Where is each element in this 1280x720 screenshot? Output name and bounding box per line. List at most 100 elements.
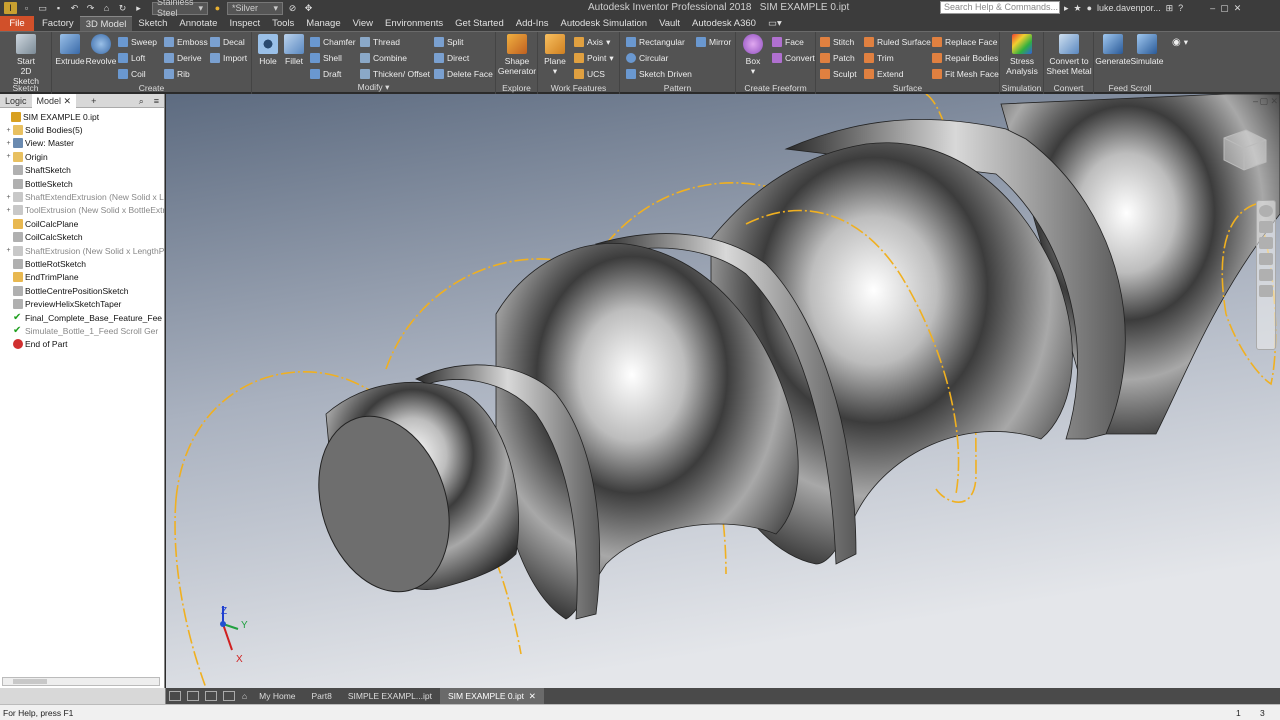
convert-to-sheet-metal-button[interactable]: Convert to Sheet Metal (1046, 34, 1092, 76)
steering-wheel-icon[interactable] (1259, 205, 1273, 217)
derive-button[interactable]: Derive (164, 52, 202, 64)
zoom-icon[interactable] (1259, 237, 1273, 249)
user-icon[interactable]: ● (1087, 3, 1092, 13)
browser-node[interactable]: ✔ Final_Complete_Base_Feature_Fee (0, 311, 164, 324)
tab-add-ins[interactable]: Add-Ins (510, 16, 555, 31)
expand-icon[interactable]: + (4, 194, 13, 201)
doctab-my-home[interactable]: My Home (251, 688, 303, 704)
menu-icon[interactable]: ≡ (149, 94, 164, 108)
thread-button[interactable]: Thread (360, 36, 400, 48)
browser-node[interactable]: CoilCalcSketch (0, 231, 164, 244)
browser-node[interactable]: BottleSketch (0, 177, 164, 190)
browser-node[interactable]: ShaftSketch (0, 164, 164, 177)
search-icon[interactable]: ⌕ (134, 94, 149, 108)
circular-pattern-button[interactable]: Circular (626, 52, 668, 64)
browser-node[interactable]: + Origin (0, 150, 164, 163)
tab-sketch[interactable]: Sketch (132, 16, 173, 31)
minimize-icon[interactable]: – (1210, 3, 1215, 13)
expand-icon[interactable]: + (4, 153, 13, 160)
browser-node[interactable]: CoilCalcPlane (0, 217, 164, 230)
tab-tools[interactable]: Tools (266, 16, 300, 31)
rib-button[interactable]: Rib (164, 68, 190, 80)
tab-view[interactable]: View (347, 16, 379, 31)
browser-node[interactable]: End of Part (0, 338, 164, 351)
fit-mesh-face-button[interactable]: Fit Mesh Face (932, 68, 999, 80)
pan-icon[interactable] (1259, 221, 1273, 233)
tab-logic[interactable]: Logic (0, 94, 32, 108)
search-input[interactable]: Search Help & Commands... (940, 1, 1060, 14)
tab-autodesk-simulation[interactable]: Autodesk Simulation (554, 16, 653, 31)
document-menu-icon[interactable]: ⌂ (242, 691, 247, 701)
adjust-icon[interactable]: ✥ (302, 2, 315, 14)
direct-button[interactable]: Direct (434, 52, 469, 64)
browser-node[interactable]: SIM EXAMPLE 0.ipt (0, 110, 164, 123)
viewport-restore-icon[interactable]: ▢ (1259, 96, 1268, 107)
doctab-part8[interactable]: Part8 (304, 688, 340, 704)
shape-generator-button[interactable]: Shape Generator (498, 34, 536, 76)
tab-vault[interactable]: Vault (653, 16, 686, 31)
redo-icon[interactable]: ↷ (84, 2, 97, 14)
look-at-icon[interactable] (1259, 269, 1273, 281)
tile-vertical-icon[interactable] (187, 691, 199, 701)
stitch-button[interactable]: Stitch (820, 36, 854, 48)
browser-node[interactable]: + View: Master (0, 137, 164, 150)
ribbon-options-icon[interactable]: ▭▾ (762, 16, 788, 31)
browser-node[interactable]: EndTrimPlane (0, 271, 164, 284)
trim-button[interactable]: Trim (864, 52, 894, 64)
close-icon[interactable]: ✕ (1234, 3, 1242, 14)
sweep-button[interactable]: Sweep (118, 36, 157, 48)
tab-factory[interactable]: Factory (36, 16, 80, 31)
loft-button[interactable]: Loft (118, 52, 145, 64)
import-button[interactable]: Import (210, 52, 247, 64)
point-button[interactable]: Point ▾ (574, 52, 614, 64)
extrude-button[interactable]: Extrude (54, 34, 86, 66)
search-icon[interactable]: ▸ (1064, 3, 1069, 14)
select-icon[interactable]: ▸ (132, 2, 145, 14)
user-name[interactable]: luke.davenpor... (1097, 3, 1161, 13)
expand-icon[interactable]: + (4, 140, 13, 147)
ribbon-extra-button[interactable]: ◉ ▾ (1172, 36, 1188, 48)
new-icon[interactable]: ▫ (20, 2, 33, 14)
scrollbar-thumb[interactable] (13, 679, 47, 684)
save-icon[interactable]: ▪ (52, 2, 65, 14)
face-button[interactable]: Face (772, 36, 804, 48)
update-icon[interactable]: ↻ (116, 2, 129, 14)
rectangular-pattern-button[interactable]: Rectangular (626, 36, 685, 48)
simulate-button[interactable]: Simulate (1130, 34, 1164, 66)
arrange-icon[interactable] (223, 691, 235, 701)
tab-3d-model[interactable]: 3D Model (79, 16, 133, 31)
clear-appearance-icon[interactable]: ⊘ (286, 2, 299, 14)
graphics-window[interactable]: Z Y X – ▢ ✕ (166, 94, 1280, 688)
convert-button[interactable]: Convert (772, 52, 815, 64)
close-icon[interactable]: ✕ (529, 691, 536, 702)
appearance-combo[interactable]: *Silver ▾ (227, 1, 283, 15)
tab-environments[interactable]: Environments (379, 16, 449, 31)
close-icon[interactable]: ✕ (64, 96, 72, 106)
cart-icon[interactable]: ⊞ (1166, 3, 1174, 14)
sketch-driven-pattern-button[interactable]: Sketch Driven (626, 68, 692, 80)
browser-node[interactable]: BottleCentrePositionSketch (0, 284, 164, 297)
tab-manage[interactable]: Manage (300, 16, 346, 31)
split-button[interactable]: Split (434, 36, 464, 48)
decal-button[interactable]: Decal (210, 36, 245, 48)
maximize-icon[interactable]: ▢ (1220, 3, 1229, 14)
draft-button[interactable]: Draft (310, 68, 341, 80)
start-2d-sketch-button[interactable]: Start 2D Sketch (8, 34, 44, 86)
combine-button[interactable]: Combine (360, 52, 407, 64)
home-icon[interactable]: ⌂ (100, 2, 113, 14)
doctab-sim-example[interactable]: SIM EXAMPLE 0.ipt ✕ (439, 688, 544, 704)
generate-button[interactable]: Generate (1095, 34, 1131, 66)
browser-node[interactable]: + ShaftExtrusion (New Solid x LengthPr (0, 244, 164, 257)
chamfer-button[interactable]: Chamfer (310, 36, 356, 48)
doctab-simple-example[interactable]: SIMPLE EXAMPL...ipt (340, 688, 440, 704)
browser-node[interactable]: BottleRotSketch (0, 257, 164, 270)
ruled-surface-button[interactable]: Ruled Surface (864, 36, 931, 48)
undo-icon[interactable]: ↶ (68, 2, 81, 14)
mirror-button[interactable]: Mirror (696, 36, 731, 48)
extend-button[interactable]: Extend (864, 68, 903, 80)
add-tab-icon[interactable]: + (86, 94, 101, 108)
open-icon[interactable]: ▭ (36, 2, 49, 14)
group-label[interactable]: Modify ▾ (252, 82, 495, 93)
browser-node[interactable]: + ShaftExtendExtrusion (New Solid x Le (0, 190, 164, 203)
revolve-button[interactable]: Revolve (84, 34, 118, 66)
